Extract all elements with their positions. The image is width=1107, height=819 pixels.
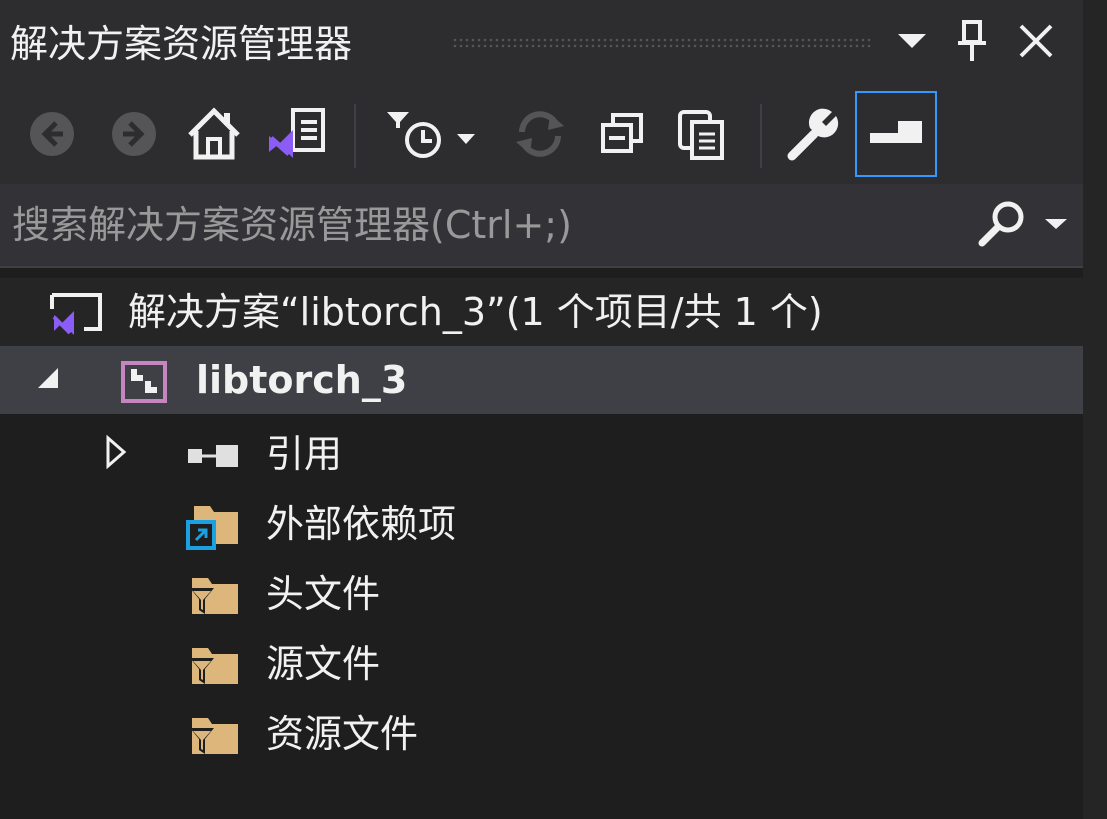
toolbar-separator	[760, 104, 762, 168]
tree-item-label: 资源文件	[266, 712, 419, 756]
references-icon	[186, 432, 242, 480]
tree-item-label: 头文件	[266, 572, 381, 616]
tree-item-label: 引用	[266, 432, 343, 476]
refresh-icon	[512, 106, 568, 166]
collapsed-triangle-icon	[104, 434, 128, 473]
expanded-triangle-icon	[34, 364, 62, 396]
filter-folder-icon	[186, 712, 242, 760]
arrow-left-icon	[27, 109, 77, 163]
close-icon	[1017, 22, 1055, 64]
solution-icon	[48, 290, 104, 338]
search-input[interactable]: 搜索解决方案资源管理器(Ctrl+;)	[12, 196, 572, 254]
window-menu-button[interactable]	[890, 18, 934, 68]
filter-folder-icon	[186, 642, 242, 690]
tree-item-header-files[interactable]: 头文件	[0, 560, 1083, 628]
window-title: 解决方案资源管理器	[10, 22, 353, 66]
toolbar	[0, 88, 1083, 184]
show-all-files-icon	[674, 106, 730, 166]
search-box[interactable]: 搜索解决方案资源管理器(Ctrl+;)	[0, 184, 1083, 268]
arrow-right-icon	[109, 109, 159, 163]
preview-selected-button[interactable]	[855, 91, 937, 177]
sync-button[interactable]	[508, 96, 572, 176]
tree-item-references[interactable]: 引用	[0, 420, 1083, 488]
clock-filter-icon	[383, 106, 483, 166]
cpp-project-icon	[116, 358, 172, 406]
window-menu-icon	[896, 31, 928, 55]
tree-item-resource-files[interactable]: 资源文件	[0, 700, 1083, 768]
solution-label: 解决方案“libtorch_3”(1 个项目/共 1 个)	[128, 290, 823, 334]
project-label: libtorch_3	[196, 358, 408, 402]
tree-item-source-files[interactable]: 源文件	[0, 630, 1083, 698]
chevron-down-icon	[1043, 216, 1069, 236]
tree-item-external-dependencies[interactable]: 外部依赖项	[0, 490, 1083, 558]
tree-item-label: 源文件	[266, 642, 381, 686]
solution-node[interactable]: 解决方案“libtorch_3”(1 个项目/共 1 个)	[0, 278, 1083, 346]
switch-views-button[interactable]	[264, 96, 328, 176]
back-button[interactable]	[20, 96, 84, 176]
collapse-all-button[interactable]	[590, 96, 654, 176]
drag-grip[interactable]	[452, 37, 872, 49]
home-icon	[186, 107, 242, 165]
search-options-button[interactable]	[1036, 200, 1076, 252]
vertical-scrollbar[interactable]	[1083, 0, 1107, 819]
title-bar: 解决方案资源管理器	[0, 0, 1083, 88]
project-node[interactable]: libtorch_3	[0, 346, 1083, 414]
search-button[interactable]	[972, 200, 1032, 252]
wrench-icon	[784, 106, 840, 166]
solution-explorer-panel: 解决方案资源管理器 搜索解决方案资源管理器(Ctrl+;) 解决方案“libto…	[0, 0, 1083, 819]
close-button[interactable]	[1014, 18, 1058, 68]
pin-button[interactable]	[950, 18, 994, 68]
expand-toggle[interactable]	[96, 434, 136, 474]
forward-button[interactable]	[102, 96, 166, 176]
external-dependencies-icon	[186, 502, 242, 550]
tree-item-label: 外部依赖项	[266, 502, 457, 546]
filter-folder-icon	[186, 572, 242, 620]
toolbar-separator	[354, 104, 356, 168]
search-icon	[976, 199, 1028, 253]
preview-icon	[868, 117, 924, 151]
vs-solution-view-icon	[265, 108, 327, 164]
show-all-files-button[interactable]	[670, 96, 734, 176]
pin-icon	[955, 19, 989, 67]
properties-button[interactable]	[780, 96, 844, 176]
pending-changes-filter-button[interactable]	[378, 96, 488, 176]
collapse-all-icon	[597, 109, 647, 163]
expand-toggle[interactable]	[28, 360, 68, 400]
home-button[interactable]	[182, 96, 246, 176]
